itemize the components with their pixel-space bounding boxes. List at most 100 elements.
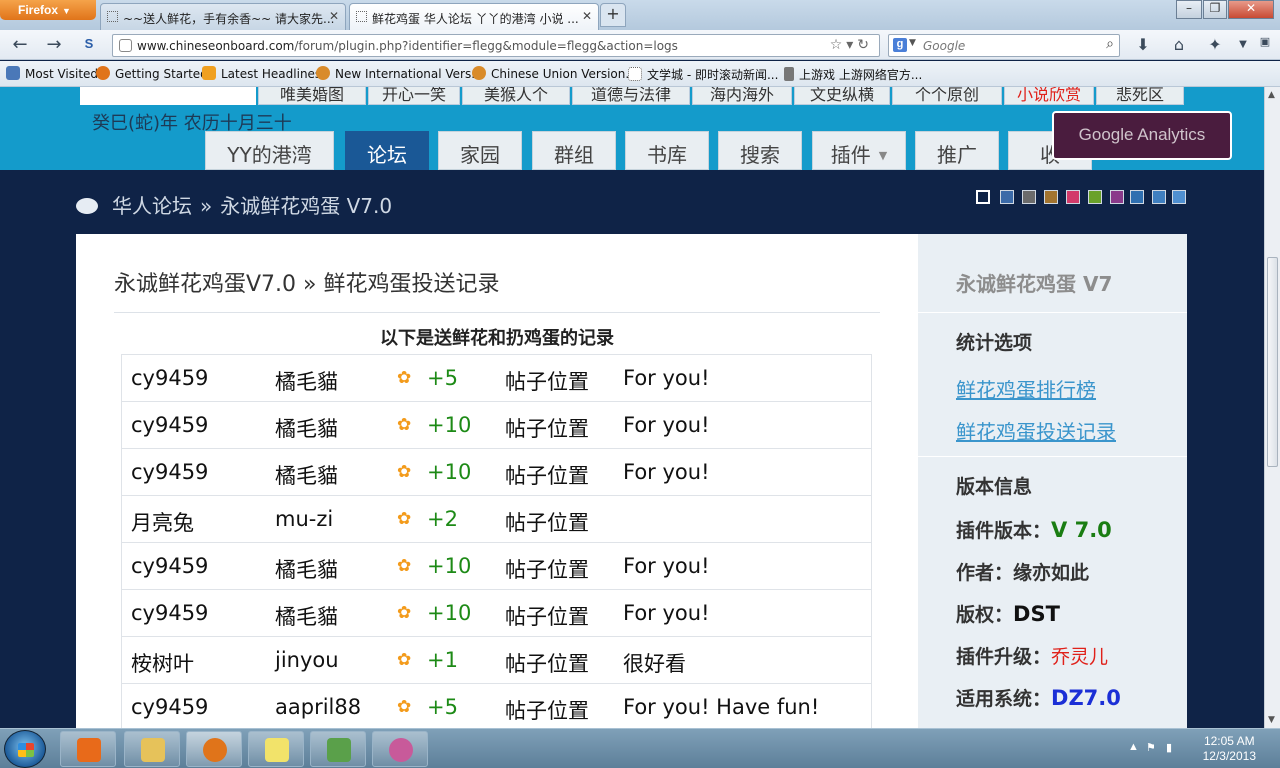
top-link[interactable]: 美猴人个 <box>462 87 570 105</box>
recipient[interactable]: 橘毛貓 <box>275 413 338 443</box>
theme-swatch[interactable] <box>1022 190 1036 204</box>
breadcrumb-home[interactable]: 华人论坛 <box>112 194 192 218</box>
close-icon[interactable]: ✕ <box>329 9 339 23</box>
sender[interactable]: cy9459 <box>131 460 208 484</box>
bookmark-star-icon[interactable]: ☆▾↻ <box>830 37 873 53</box>
post-link[interactable]: 帖子位置 <box>505 695 589 725</box>
site-identity-icon[interactable] <box>119 39 132 52</box>
bookmark-cuv[interactable]: Chinese Union Version... <box>472 66 637 81</box>
records-link[interactable]: 鲜花鸡蛋投送记录 <box>956 416 1116 445</box>
nav-groups[interactable]: 群组 <box>532 131 616 170</box>
bookmark-getting-started[interactable]: Getting Started <box>96 66 208 81</box>
back-arrow-icon[interactable]: ← <box>8 34 32 56</box>
top-link[interactable]: 道德与法律 <box>572 87 690 105</box>
taskbar-app[interactable] <box>124 731 180 767</box>
chevron-down-icon[interactable]: ▼ <box>909 38 916 48</box>
sender[interactable]: cy9459 <box>131 554 208 578</box>
new-tab-button[interactable]: + <box>600 3 626 27</box>
sender[interactable]: cy9459 <box>131 366 208 390</box>
start-button[interactable] <box>4 730 46 768</box>
maximize-button[interactable]: ❐ <box>1203 0 1227 19</box>
taskbar-app[interactable] <box>310 731 366 767</box>
theme-swatch[interactable] <box>1130 190 1144 204</box>
window-close-button[interactable]: ✕ <box>1228 0 1274 19</box>
bookmark-wenxuecity[interactable]: 文学城 - 即时滚动新闻... <box>628 66 778 83</box>
nav-search[interactable]: 搜索 <box>718 131 802 170</box>
bookmark-most-visited[interactable]: Most Visited <box>6 66 98 81</box>
top-link[interactable]: 开心一笑 <box>368 87 460 105</box>
network-icon[interactable]: ▮ <box>1166 741 1172 754</box>
vertical-scrollbar[interactable]: ▲ ▼ <box>1264 87 1280 728</box>
sync-icon[interactable]: S <box>80 36 98 54</box>
recipient[interactable]: 橘毛貓 <box>275 554 338 584</box>
taskbar-app[interactable] <box>186 731 242 767</box>
sender[interactable]: cy9459 <box>131 413 208 437</box>
post-link[interactable]: 帖子位置 <box>505 648 589 678</box>
taskbar-app[interactable] <box>372 731 428 767</box>
bookmark-niv[interactable]: New International Vers... <box>316 66 483 81</box>
taskbar-app[interactable] <box>60 731 116 767</box>
recipient[interactable]: mu-zi <box>275 507 333 531</box>
nav-forum[interactable]: 论坛 <box>345 131 429 170</box>
download-icon[interactable]: ⬇ <box>1132 35 1154 55</box>
scroll-down-icon[interactable]: ▼ <box>1268 715 1275 725</box>
theme-swatch[interactable] <box>1044 190 1058 204</box>
theme-swatch[interactable] <box>1152 190 1166 204</box>
nav-space[interactable]: 家园 <box>438 131 522 170</box>
nav-plugins[interactable]: 插件 ▼ <box>812 131 906 170</box>
breadcrumb-current[interactable]: 永诚鲜花鸡蛋 V7.0 <box>220 194 392 218</box>
nav-promote[interactable]: 推广 <box>915 131 999 170</box>
sender[interactable]: cy9459 <box>131 601 208 625</box>
address-bar[interactable]: www.chineseonboard.com/forum/plugin.php?… <box>112 34 880 57</box>
post-link[interactable]: 帖子位置 <box>505 601 589 631</box>
post-link[interactable]: 帖子位置 <box>505 507 589 537</box>
top-link[interactable]: 小说欣赏 <box>1004 87 1094 105</box>
recipient[interactable]: jinyou <box>275 648 339 672</box>
flag-icon[interactable]: ⚑ <box>1146 741 1156 754</box>
addon-icon[interactable]: ✦ <box>1204 35 1226 55</box>
top-link[interactable]: 唯美婚图 <box>258 87 366 105</box>
google-icon[interactable]: g <box>893 38 907 52</box>
post-link[interactable]: 帖子位置 <box>505 413 589 443</box>
minimize-button[interactable]: – <box>1176 0 1202 19</box>
home-icon[interactable]: ⌂ <box>1168 35 1190 55</box>
sender[interactable]: cy9459 <box>131 695 208 719</box>
theme-swatch[interactable] <box>1000 190 1014 204</box>
bookmark-latest-headlines[interactable]: Latest Headlines <box>202 66 321 81</box>
post-link[interactable]: 帖子位置 <box>505 554 589 584</box>
scroll-up-icon[interactable]: ▲ <box>1268 90 1275 100</box>
theme-swatch[interactable] <box>1172 190 1186 204</box>
search-icon[interactable]: ⌕ <box>1106 36 1114 52</box>
close-icon[interactable]: ✕ <box>582 9 592 23</box>
plugin-title-link[interactable]: 永诚鲜花鸡蛋V7.0 <box>114 272 296 297</box>
ranking-link[interactable]: 鲜花鸡蛋排行榜 <box>956 374 1096 403</box>
forward-arrow-icon[interactable]: → <box>42 34 66 56</box>
chevron-down-icon[interactable]: ▼ <box>1232 39 1254 59</box>
theme-swatch[interactable] <box>1110 190 1124 204</box>
nav-home[interactable]: YY的港湾 <box>205 131 334 170</box>
theme-swatch[interactable] <box>1066 190 1080 204</box>
theme-swatch[interactable] <box>975 189 991 205</box>
bookmark-shangyou[interactable]: 上游戏 上游网络官方... <box>784 66 922 83</box>
nav-library[interactable]: 书库 <box>625 131 709 170</box>
search-input[interactable]: g ▼ Google ⌕ <box>888 34 1120 57</box>
scroll-thumb[interactable] <box>1267 257 1278 467</box>
top-link[interactable]: 个个原创 <box>892 87 1002 105</box>
recipient[interactable]: 橘毛貓 <box>275 601 338 631</box>
browser-tab[interactable]: ~~送人鲜花，手有余香~~ 请大家先... ✕ <box>100 3 346 30</box>
recipient[interactable]: aapril88 <box>275 695 361 719</box>
top-link[interactable]: 悲死区 <box>1096 87 1184 105</box>
browser-tab-active[interactable]: 鲜花鸡蛋 华人论坛 丫丫的港湾 小说 ... ✕ <box>349 3 599 30</box>
google-analytics-button[interactable]: Google Analytics <box>1052 111 1232 160</box>
extension-icon[interactable]: ▣ <box>1254 35 1276 55</box>
sender[interactable]: 桉树叶 <box>131 648 194 678</box>
top-link[interactable]: 文史纵横 <box>794 87 890 105</box>
theme-swatch[interactable] <box>1088 190 1102 204</box>
post-link[interactable]: 帖子位置 <box>505 366 589 396</box>
sender[interactable]: 月亮兔 <box>131 507 194 537</box>
recipient[interactable]: 橘毛貓 <box>275 366 338 396</box>
firefox-menu-button[interactable]: Firefox ▼ <box>0 0 96 20</box>
recipient[interactable]: 橘毛貓 <box>275 460 338 490</box>
post-link[interactable]: 帖子位置 <box>505 460 589 490</box>
clock[interactable]: 12:05 AM 12/3/2013 <box>1203 734 1256 764</box>
